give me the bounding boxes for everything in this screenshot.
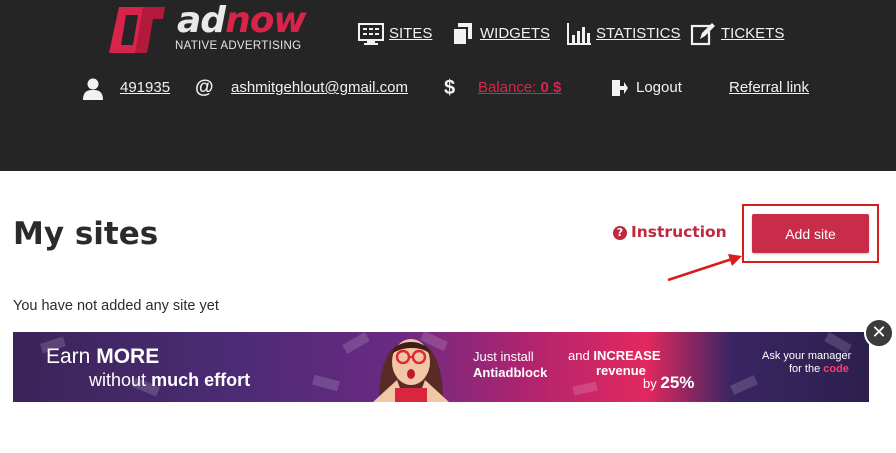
banner-for-the-code: for the code [789, 363, 849, 375]
logo-word-now: now [225, 0, 307, 41]
instruction-label: Instruction [631, 223, 727, 241]
adnow-logo[interactable]: adnow NATIVE ADVERTISING [105, 0, 307, 57]
close-icon: ✕ [871, 322, 887, 343]
logo-word-ad: ad [177, 0, 226, 41]
banner-and-increase: and INCREASE [568, 348, 661, 363]
banner-just-install: Just install [473, 349, 534, 364]
balance-group: $ Balance: 0 $ [442, 76, 567, 102]
banner-much-effort: much effort [151, 370, 251, 390]
nav-tickets-label: TICKETS [721, 25, 785, 42]
empty-state-message: You have not added any site yet [13, 298, 219, 314]
banner-figure-illustration [373, 339, 449, 402]
banner-revenue: revenue [596, 363, 646, 378]
nav-widgets[interactable]: WIDGETS [450, 20, 550, 50]
banner-without: without [89, 370, 147, 390]
referral-link[interactable]: Referral link [729, 76, 814, 102]
instruction-link[interactable]: ? Instruction [613, 223, 727, 245]
banner-percent: 25% [660, 373, 695, 392]
question-icon: ? [613, 226, 627, 240]
banner-code: code [823, 363, 849, 375]
nav-sites[interactable]: SITES [358, 20, 433, 50]
balance-value: 0 $ [540, 79, 562, 96]
referral-label: Referral link [729, 79, 810, 96]
user-id-link[interactable]: 491935 [120, 79, 170, 96]
banner-increase: INCREASE [593, 348, 661, 363]
banner-by: by 25% [643, 373, 694, 393]
user-id-group: 491935 [83, 76, 173, 102]
nav-widgets-label: WIDGETS [480, 25, 550, 42]
edit-icon [690, 23, 715, 46]
page-title: My sites [13, 216, 159, 252]
logo-mark-icon [109, 7, 165, 53]
banner-antiadblock: Antiadblock [473, 365, 548, 380]
banner-earn: Earn [46, 345, 91, 368]
page: adnow NATIVE ADVERTISING SITES WIDGETS S… [0, 0, 896, 453]
logo-wordmark: adnow [177, 0, 307, 42]
nav-statistics[interactable]: STATISTICS [566, 20, 681, 50]
dollar-icon: $ [444, 77, 456, 99]
banner-ask-manager: Ask your manager [762, 350, 852, 362]
logout-label: Logout [636, 79, 682, 96]
monitor-icon [358, 23, 384, 45]
at-icon: @ [195, 77, 214, 98]
email-group: @ ashmitgehlout@gmail.com [195, 76, 420, 102]
banner-line-earn: Earn MORE [46, 345, 159, 369]
close-banner-button[interactable]: ✕ [864, 318, 894, 348]
logo-tagline: NATIVE ADVERTISING [175, 40, 302, 52]
user-icon [83, 78, 103, 100]
banner-by-word: by [643, 376, 657, 391]
nav-statistics-label: STATISTICS [596, 25, 681, 42]
banner-more: MORE [96, 345, 160, 368]
logout-icon [612, 80, 628, 96]
header: adnow NATIVE ADVERTISING SITES WIDGETS S… [0, 0, 896, 171]
nav-sites-label: SITES [389, 25, 433, 42]
banner-for-the: for the [789, 363, 821, 375]
banner-line-without: without much effort [89, 370, 250, 391]
bar-chart-icon [567, 23, 591, 45]
banner-and: and [568, 348, 590, 363]
balance-label: Balance: [478, 79, 537, 96]
add-site-button[interactable]: Add site [752, 214, 869, 253]
layers-icon [452, 23, 472, 46]
email-link[interactable]: ashmitgehlout@gmail.com [231, 79, 408, 96]
logout-button[interactable]: Logout [612, 76, 692, 102]
nav-tickets[interactable]: TICKETS [690, 20, 784, 50]
user-bar: 491935 @ ashmitgehlout@gmail.com $ Balan… [0, 76, 896, 102]
promo-banner[interactable]: Earn MORE without much effort Just insta… [13, 332, 869, 402]
annotation-arrow-icon [667, 254, 742, 282]
balance-link[interactable]: Balance: 0 $ [478, 79, 561, 96]
